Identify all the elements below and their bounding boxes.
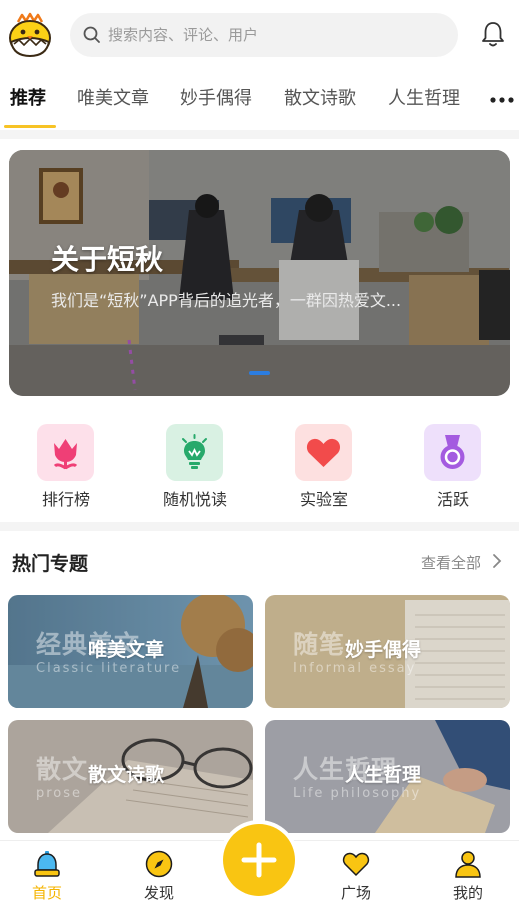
card-title: 妙手偶得 [345,639,422,661]
medal-icon [424,424,481,481]
view-all-link[interactable]: 查看全部 [421,552,481,573]
nav-square[interactable]: 广场 [316,847,396,903]
nav-mine-label: 我的 [452,884,483,902]
quick-ranking[interactable]: 排行榜 [26,424,106,514]
banner-title: 关于短秋 [51,243,164,276]
topic-card-inspiration[interactable]: 随笔 Informal essay 妙手偶得 [265,595,510,708]
card-watermark-en: Classic literature [36,661,182,676]
nav-home[interactable]: 首页 [7,847,87,903]
quick-random-read[interactable]: 随机悦读 [155,424,235,514]
quick-random-read-label: 随机悦读 [162,490,227,509]
search-bar[interactable]: 搜索内容、评论、用户 [70,13,458,57]
bell-home-icon [34,851,60,877]
topic-card-life-philosophy[interactable]: 人生哲理 Life philosophy 人生哲理 [265,720,510,833]
tab-beautiful-articles[interactable]: 唯美文章 [77,86,149,112]
user-icon [455,851,481,878]
heart-outline-icon [342,852,370,877]
plus-icon [241,842,277,878]
search-input[interactable]: 搜索内容、评论、用户 [108,24,258,46]
card-title: 人生哲理 [345,764,422,786]
divider [0,522,519,531]
quick-lab-label: 实验室 [299,490,348,509]
chevron-right-icon[interactable] [491,552,503,570]
card-title: 散文诗歌 [88,764,165,786]
nav-home-label: 首页 [31,884,62,902]
create-post-button[interactable] [223,824,295,896]
card-watermark-en: Life philosophy [293,786,422,801]
category-tabs: 推荐 唯美文章 妙手偶得 散文诗歌 人生哲理 [0,72,519,128]
quick-lab[interactable]: 实验室 [284,424,364,514]
nav-discover[interactable]: 发现 [119,847,199,903]
nav-discover-label: 发现 [143,884,174,902]
banner-description: 我们是“短秋”APP背后的追光者，一群因热爱文... [51,291,402,310]
header: 搜索内容、评论、用户 [0,0,519,66]
search-icon [83,26,100,43]
tab-prose-poetry[interactable]: 散文诗歌 [284,86,356,112]
card-title: 唯美文章 [88,639,165,661]
section-title-hot-topics: 热门专题 [12,553,89,575]
bell-icon[interactable] [480,20,506,48]
lightbulb-icon [166,424,223,481]
nav-mine[interactable]: 我的 [428,847,508,903]
quick-active-label: 活跃 [436,490,469,509]
tab-recommend[interactable]: 推荐 [10,86,46,112]
compass-icon [145,850,173,878]
topic-card-beautiful-articles[interactable]: 经典美文 Classic literature 唯美文章 [8,595,253,708]
card-watermark-en: prose [36,786,83,801]
quick-ranking-label: 排行榜 [41,490,90,509]
tab-inspiration[interactable]: 妙手偶得 [180,86,252,112]
card-watermark-en: Informal essay [293,661,417,676]
nav-square-label: 广场 [340,884,371,902]
tulip-icon [37,424,94,481]
banner-indicator-dot[interactable] [249,371,270,375]
card-watermark: 随笔 [293,630,346,659]
topic-card-prose-poetry[interactable]: 散文 prose 散文诗歌 [8,720,253,833]
more-dots-icon[interactable] [490,96,514,104]
active-tab-indicator [4,125,56,128]
heart-icon [295,424,352,481]
tab-life-philosophy[interactable]: 人生哲理 [388,86,460,112]
card-watermark: 散文 [36,755,89,784]
divider [0,130,519,139]
banner-carousel[interactable]: 关于短秋 我们是“短秋”APP背后的追光者，一群因热爱文... [9,150,510,396]
chick-logo-icon[interactable] [6,12,54,58]
app-root: 搜索内容、评论、用户 推荐 唯美文章 妙手偶得 散文诗歌 人生哲理 关于短秋 我… [0,0,519,904]
quick-active[interactable]: 活跃 [413,424,493,514]
